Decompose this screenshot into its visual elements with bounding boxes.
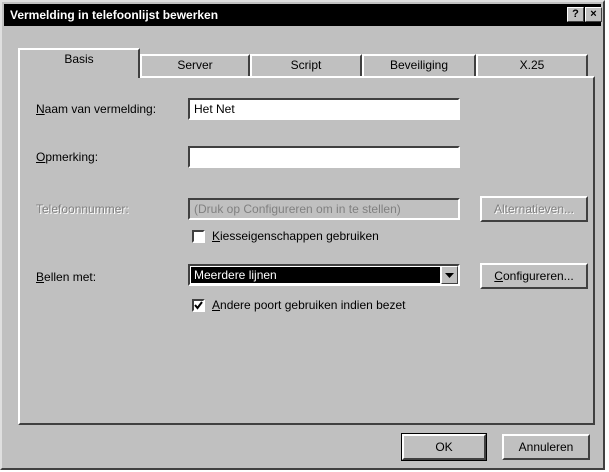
close-icon: × (590, 8, 597, 20)
tab-beveiliging[interactable]: Beveiliging (362, 54, 476, 76)
tab-server[interactable]: Server (140, 54, 250, 76)
dialing-properties-label: Kiesseigenschappen gebruiken (212, 229, 379, 243)
dialing-properties-checkbox[interactable] (192, 230, 205, 243)
tab-x25-label: X.25 (519, 58, 545, 72)
checkmark-icon (194, 301, 203, 310)
help-icon: ? (572, 8, 579, 20)
dial-using-select[interactable]: Meerdere lijnen (188, 264, 460, 286)
other-port-label: Andere poort gebruiken indien bezet (212, 298, 406, 312)
chevron-down-icon[interactable] (441, 266, 458, 284)
dialog-window: Vermelding in telefoonlijst bewerken ? ×… (0, 0, 605, 470)
ok-button[interactable]: OK (401, 433, 487, 461)
phone-number-label: Telefoonnummer: (36, 202, 129, 216)
dial-using-selected-value: Meerdere lijnen (191, 267, 440, 283)
dial-using-label: Bellen met: (36, 270, 97, 284)
tab-beveiliging-label: Beveiliging (389, 58, 449, 72)
alternatives-button: Alternatieven... (480, 196, 588, 222)
comment-field[interactable] (188, 146, 460, 168)
tab-basis-label: Basis (64, 52, 94, 66)
other-port-checkbox[interactable] (192, 299, 205, 312)
comment-label: Opmerking: (36, 150, 99, 164)
tab-server-label: Server (177, 58, 213, 72)
phone-number-field: (Druk op Configureren om in te stellen) (188, 198, 460, 220)
help-button[interactable]: ? (567, 7, 584, 22)
tab-basis[interactable]: Basis (18, 48, 140, 78)
cancel-button[interactable]: Annuleren (502, 434, 590, 460)
entry-name-field[interactable]: Het Net (188, 98, 460, 120)
tab-script[interactable]: Script (250, 54, 362, 76)
entry-name-label: Naam van vermelding: (36, 102, 157, 116)
tab-panel-basis: Naam van vermelding: Het Net Opmerking: … (18, 76, 595, 425)
tab-script-label: Script (290, 58, 322, 72)
window-title: Vermelding in telefoonlijst bewerken (10, 8, 219, 22)
title-bar[interactable]: Vermelding in telefoonlijst bewerken ? × (4, 4, 602, 26)
tab-x25[interactable]: X.25 (476, 54, 588, 76)
close-button[interactable]: × (585, 7, 602, 22)
configure-button[interactable]: Configureren... (480, 263, 588, 289)
